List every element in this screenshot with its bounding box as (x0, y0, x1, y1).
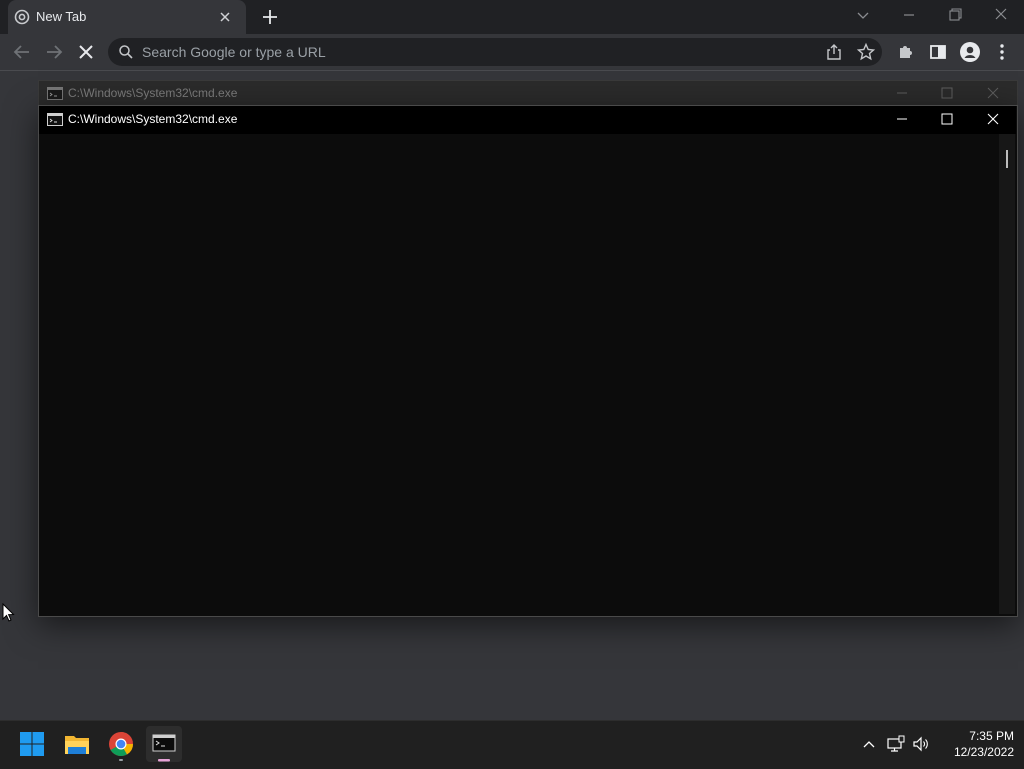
cmd-console-area[interactable] (39, 134, 999, 614)
cmd-back-maximize-icon[interactable] (939, 86, 955, 100)
close-window-icon[interactable] (990, 6, 1012, 24)
tab-title: New Tab (36, 9, 87, 24)
mouse-cursor-icon (2, 603, 16, 623)
tab-close-icon[interactable] (216, 8, 234, 26)
chrome-menu-kebab-icon[interactable] (990, 40, 1014, 64)
cmd-close-icon[interactable] (985, 112, 1001, 126)
new-tab-plus-icon[interactable] (260, 7, 280, 27)
cmd-app-icon (47, 113, 63, 126)
bookmark-star-icon[interactable] (854, 40, 878, 64)
cmd-maximize-icon[interactable] (939, 112, 955, 126)
chrome-favicon-icon (14, 9, 30, 25)
extensions-puzzle-icon[interactable] (894, 40, 918, 64)
windows-start-icon[interactable] (14, 726, 50, 762)
cmd-window-title: C:\Windows\System32\cmd.exe (68, 112, 238, 126)
restore-icon[interactable] (944, 6, 966, 24)
volume-icon[interactable] (911, 735, 931, 753)
cmd-app-icon (47, 87, 63, 100)
file-explorer-icon[interactable] (59, 726, 95, 762)
chrome-taskbar-icon[interactable] (103, 726, 139, 762)
command-prompt-taskbar-icon[interactable] (146, 726, 182, 762)
stop-loading-x-icon[interactable] (74, 40, 98, 64)
cmd-back-minimize-icon[interactable] (894, 86, 910, 100)
cmd-scrollbar-thumb[interactable] (1006, 150, 1008, 168)
cmd-window-background-title: C:\Windows\System32\cmd.exe (68, 86, 238, 100)
side-panel-icon[interactable] (926, 40, 950, 64)
tab-search-chevron-icon[interactable] (852, 6, 874, 24)
minimize-icon[interactable] (898, 6, 920, 24)
back-arrow-icon[interactable] (10, 40, 34, 64)
share-icon[interactable] (822, 40, 846, 64)
forward-arrow-icon[interactable] (42, 40, 66, 64)
cmd-scrollbar[interactable] (999, 134, 1015, 614)
profile-avatar-icon[interactable] (958, 40, 982, 64)
search-icon (118, 44, 134, 60)
cmd-minimize-icon[interactable] (894, 112, 910, 126)
network-icon[interactable] (886, 735, 906, 753)
cmd-back-close-icon[interactable] (985, 86, 1001, 100)
taskbar-clock-time[interactable]: 7:35 PM (944, 729, 1014, 743)
omnibox-placeholder: Search Google or type a URL (142, 44, 326, 60)
show-hidden-icons-chevron-icon[interactable] (860, 736, 878, 752)
taskbar-clock-date[interactable]: 12/23/2022 (944, 745, 1014, 759)
